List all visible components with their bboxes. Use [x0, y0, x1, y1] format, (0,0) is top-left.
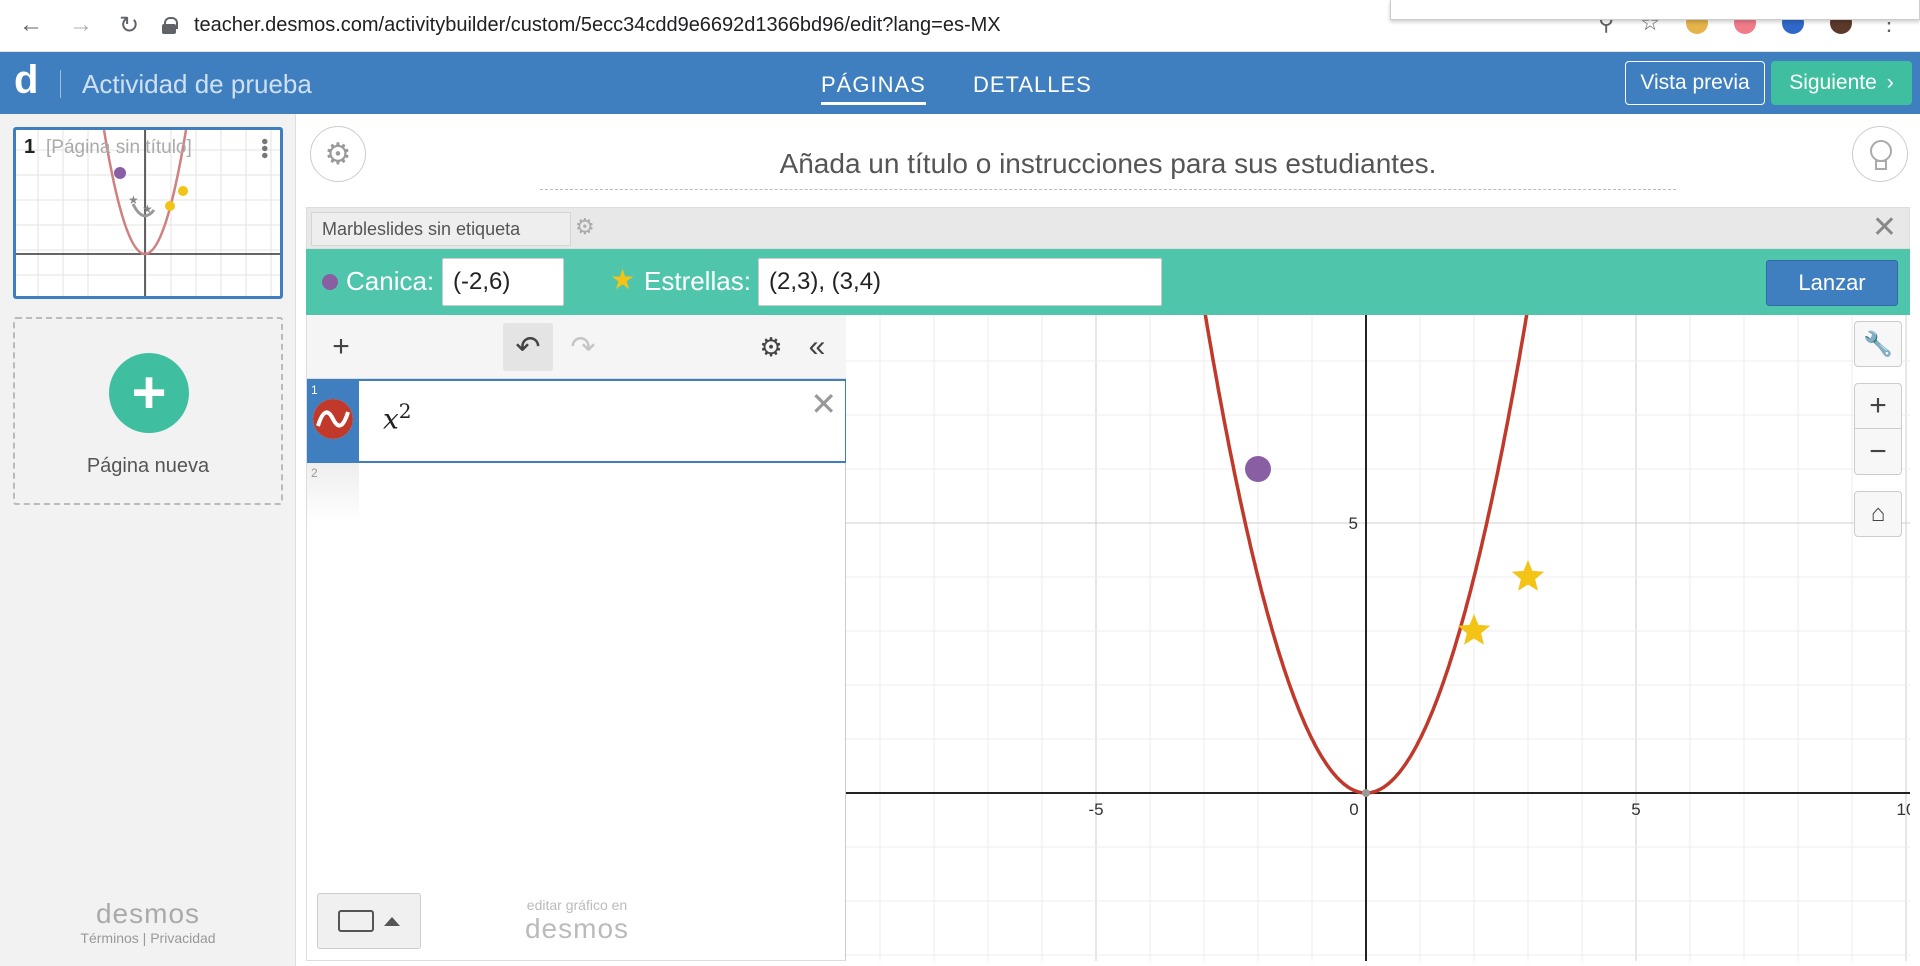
expression-row[interactable]: 1 x2 ✕ — [307, 379, 847, 463]
expression-math[interactable]: x2 — [383, 399, 412, 435]
activity-title[interactable]: Actividad de prueba — [82, 69, 312, 100]
zoom-in-icon[interactable]: + — [1854, 383, 1902, 429]
expression-panel: + ↶ ↷ ⚙ « 1 x2 ✕ 2 editar gráfico en des… — [306, 315, 847, 961]
plus-icon: + — [109, 353, 189, 433]
wrench-icon[interactable]: 🔧 — [1854, 321, 1902, 367]
component-label-input[interactable]: Marbleslides sin etiqueta — [311, 212, 571, 246]
expression-index: 1 — [311, 383, 318, 397]
privacy-link[interactable]: Privacidad — [150, 930, 215, 946]
terms-link[interactable]: Términos — [80, 930, 138, 946]
undo-icon[interactable]: ↶ — [503, 323, 553, 371]
page-number: 1 — [24, 136, 36, 158]
stars-label: Estrellas: — [644, 266, 751, 296]
desmos-brand: desmos — [95, 898, 201, 929]
footer-links: Términos | Privacidad — [0, 930, 296, 946]
header-divider — [60, 70, 61, 98]
marble-label: Canica: — [346, 266, 435, 296]
collapse-icon[interactable]: « — [797, 323, 837, 371]
svg-text:★: ★ — [128, 193, 139, 207]
new-page-button[interactable]: + Página nueva — [13, 317, 283, 505]
origin-point — [1362, 789, 1370, 797]
add-expression-icon[interactable]: + — [321, 323, 361, 371]
expression-index: 2 — [311, 466, 318, 480]
back-arrow-icon[interactable]: ← — [14, 8, 48, 42]
url-text: teacher.desmos.com/activitybuilder/custo… — [194, 13, 1001, 36]
expression-base: x — [383, 402, 399, 436]
chevron-right-icon: › — [1886, 71, 1894, 94]
keyboard-icon — [338, 910, 374, 932]
reload-icon[interactable]: ↻ — [112, 8, 146, 42]
page-menu-icon[interactable]: ••• — [253, 138, 275, 159]
page-title: [Página sin título] — [46, 137, 192, 158]
redo-icon[interactable]: ↷ — [563, 323, 603, 371]
x-tick-label: 10 — [1897, 800, 1910, 819]
x-tick-label: 0 — [1349, 800, 1358, 819]
page-thumbnail[interactable]: ★ ★ 1 [Página sin título] ••• — [13, 127, 283, 299]
x-tick-label: -5 — [1088, 800, 1103, 819]
curve-color-icon[interactable] — [313, 399, 353, 439]
y-tick-label: 5 — [1349, 514, 1358, 533]
marble-input[interactable]: (-2,6) — [442, 258, 564, 306]
expression-sidebar: 1 — [307, 381, 359, 463]
address-bar[interactable]: teacher.desmos.com/activitybuilder/custo… — [162, 6, 1362, 44]
next-button[interactable]: Siguiente › — [1771, 61, 1912, 105]
close-icon[interactable]: ✕ — [1872, 210, 1897, 245]
lightbulb-glyph — [1870, 140, 1892, 170]
marble-dot-icon — [322, 274, 338, 290]
marble-point — [1245, 456, 1271, 482]
popup-edge — [1390, 0, 1920, 20]
preview-button[interactable]: Vista previa — [1625, 61, 1765, 105]
zoom-out-icon[interactable]: − — [1854, 429, 1902, 475]
new-page-label: Página nueva — [86, 455, 210, 477]
curve-glyph — [313, 399, 353, 439]
settings-gear-icon[interactable]: ⚙ — [751, 323, 791, 371]
page-settings-gear-icon[interactable]: ⚙ — [310, 126, 366, 182]
graph-area[interactable]: -5 0 5 10 5 🔧 + − ⌂ — [846, 315, 1910, 961]
expression-exponent: 2 — [398, 399, 412, 423]
app-header: d Actividad de prueba PÁGINAS DETALLES V… — [0, 52, 1920, 114]
next-button-label: Siguiente — [1789, 71, 1877, 94]
edit-in-desmos-link[interactable]: editar gráfico en desmos — [517, 897, 637, 945]
graph-canvas[interactable]: -5 0 5 10 5 — [846, 315, 1910, 961]
pages-sidebar: ★ ★ 1 [Página sin título] ••• + Página n… — [0, 114, 296, 966]
edit-note-brand: desmos — [524, 913, 630, 944]
tab-pages[interactable]: PÁGINAS — [821, 72, 926, 105]
keyboard-toggle-button[interactable] — [317, 893, 421, 949]
x-tick-label: 5 — [1631, 800, 1640, 819]
desmos-logo[interactable]: d — [14, 58, 38, 103]
marbleslides-bar: Canica: (-2,6) ★ Estrellas: (2,3), (3,4)… — [306, 249, 1910, 315]
lock-icon — [162, 17, 178, 34]
instructions-input[interactable]: Añada un título o instrucciones para sus… — [540, 148, 1676, 190]
expression-toolbar: + ↶ ↷ ⚙ « — [307, 315, 847, 379]
svg-text:★: ★ — [142, 202, 153, 216]
tab-details[interactable]: DETALLES — [973, 72, 1092, 98]
stars-input[interactable]: (2,3), (3,4) — [758, 258, 1162, 306]
component-gear-icon[interactable]: ⚙ — [575, 214, 595, 240]
caret-up-icon — [384, 916, 400, 926]
lightbulb-icon[interactable] — [1852, 126, 1908, 182]
browser-toolbar: ← → ↻ teacher.desmos.com/activitybuilder… — [0, 0, 1920, 52]
forward-arrow-icon[interactable]: → — [64, 8, 98, 42]
star-icon: ★ — [610, 264, 636, 295]
delete-expression-icon[interactable]: ✕ — [810, 385, 837, 423]
launch-button[interactable]: Lanzar — [1766, 260, 1898, 306]
empty-expression-row[interactable]: 2 — [307, 463, 359, 523]
home-icon[interactable]: ⌂ — [1854, 491, 1902, 537]
edit-note-text: editar gráfico en — [526, 897, 628, 913]
component-header: Marbleslides sin etiqueta ⚙ ✕ — [306, 207, 1910, 249]
